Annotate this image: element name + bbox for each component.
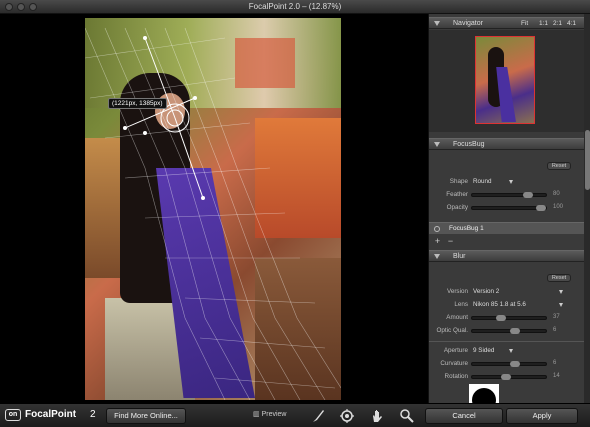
- navigator-thumbnail[interactable]: [475, 36, 535, 124]
- curvature-value: 6: [553, 360, 557, 366]
- focusbug-reset-button[interactable]: Reset: [547, 162, 571, 170]
- feather-row: Feather 80: [429, 189, 584, 200]
- amount-row: Amount 37: [429, 312, 584, 323]
- apply-button[interactable]: Apply: [506, 408, 578, 424]
- slider-knob[interactable]: [536, 205, 546, 211]
- title-bar: FocalPoint 2.0 – (12.87%): [0, 0, 590, 14]
- image-canvas[interactable]: (1221px, 1385px): [0, 14, 428, 403]
- curvature-slider[interactable]: [471, 361, 547, 367]
- window-title: FocalPoint 2.0 – (12.87%): [248, 2, 342, 11]
- opacity-label: Opacity: [446, 204, 468, 211]
- rotation-value: 14: [553, 373, 560, 379]
- aperture-shape-preview: [469, 384, 499, 403]
- logo-mark: on: [5, 409, 21, 421]
- shape-select[interactable]: Round: [473, 178, 492, 185]
- optic-quality-slider[interactable]: [471, 328, 547, 334]
- navigator-area: [429, 30, 584, 132]
- zoom-fit-button[interactable]: Fit: [521, 20, 528, 27]
- find-more-online-button[interactable]: Find More Online...: [106, 408, 186, 424]
- curvature-label: Curvature: [440, 360, 468, 367]
- slider-knob[interactable]: [523, 192, 533, 198]
- layer-name: FocusBug 1: [449, 225, 484, 232]
- feather-value: 80: [553, 191, 560, 197]
- navigator-title: Navigator: [453, 20, 483, 27]
- blur-reset-button[interactable]: Reset: [547, 274, 571, 282]
- chevron-down-icon[interactable]: [509, 180, 513, 184]
- slider-knob[interactable]: [510, 361, 520, 367]
- shape-label: Shape: [449, 178, 468, 185]
- divider: [429, 341, 584, 342]
- rotation-slider[interactable]: [471, 374, 547, 380]
- version-select[interactable]: Version 2: [473, 288, 499, 295]
- panel-scrollbar[interactable]: [584, 14, 590, 403]
- eye-icon[interactable]: [434, 226, 440, 232]
- optic-quality-label: Optic Qual.: [436, 327, 469, 334]
- zoom-tool-icon[interactable]: [399, 408, 415, 424]
- add-focusbug-button[interactable]: +: [432, 236, 443, 247]
- amount-slider[interactable]: [471, 315, 547, 321]
- aperture-row: Aperture 9 Sided: [429, 345, 584, 356]
- focusbug-title: FocusBug: [453, 141, 485, 148]
- feather-slider[interactable]: [471, 192, 547, 198]
- disclosure-triangle-icon[interactable]: [434, 142, 440, 147]
- cancel-button[interactable]: Cancel: [425, 408, 503, 424]
- lens-row: Lens Nikon 85 1.8 at 5.6: [429, 299, 584, 310]
- side-panel: Navigator Fit 1:1 2:1 4:1 FocusBug Reset…: [428, 14, 590, 403]
- curvature-row: Curvature 6: [429, 358, 584, 369]
- opacity-slider[interactable]: [471, 205, 547, 211]
- optic-quality-row: Optic Qual. 6: [429, 325, 584, 336]
- logo-name: FocalPoint: [25, 409, 77, 420]
- amount-label: Amount: [446, 314, 468, 321]
- chevron-down-icon[interactable]: [559, 303, 563, 307]
- amount-value: 37: [553, 314, 560, 320]
- blur-header[interactable]: Blur: [429, 250, 584, 262]
- photo-preview[interactable]: [85, 18, 341, 400]
- feather-label: Feather: [446, 191, 468, 198]
- aperture-select[interactable]: 9 Sided: [473, 347, 494, 354]
- preview-label: Preview: [261, 411, 287, 418]
- blur-title: Blur: [453, 253, 466, 260]
- opacity-row: Opacity 100: [429, 202, 584, 213]
- zoom-2-1-button[interactable]: 2:1: [553, 20, 562, 27]
- aperture-label: Aperture: [443, 347, 468, 354]
- version-label: Version: [446, 288, 468, 295]
- focus-grid-overlay: [85, 27, 341, 400]
- brush-icon[interactable]: [310, 408, 326, 424]
- zoom-1-1-button[interactable]: 1:1: [539, 20, 548, 27]
- rotation-label: Rotation: [444, 373, 468, 380]
- focusbug-layer-row[interactable]: FocusBug 1: [429, 222, 584, 234]
- preview-toggle[interactable]: ▥ Preview: [253, 410, 286, 418]
- focus-coordinates-label: (1221px, 1385px): [108, 98, 167, 109]
- scrollbar-thumb[interactable]: [585, 130, 590, 190]
- slider-knob[interactable]: [501, 374, 511, 380]
- bottom-toolbar: on FocalPoint 2 Find More Online... ▥ Pr…: [0, 403, 590, 427]
- shape-row: Shape Round: [429, 176, 584, 187]
- chevron-down-icon[interactable]: [509, 349, 513, 353]
- slider-knob[interactable]: [510, 328, 520, 334]
- lens-label: Lens: [454, 301, 468, 308]
- chevron-down-icon[interactable]: [559, 290, 563, 294]
- disclosure-triangle-icon[interactable]: [434, 254, 440, 259]
- preview-icon: ▥: [253, 411, 260, 418]
- optic-quality-value: 6: [553, 327, 557, 333]
- logo-version: 2: [90, 409, 96, 420]
- disclosure-triangle-icon[interactable]: [434, 21, 440, 26]
- zoom-4-1-button[interactable]: 4:1: [567, 20, 576, 27]
- focusbug-header[interactable]: FocusBug: [429, 138, 584, 150]
- navigator-header[interactable]: Navigator Fit 1:1 2:1 4:1: [429, 17, 584, 29]
- remove-focusbug-button[interactable]: −: [445, 236, 456, 247]
- focusbug-tool-icon[interactable]: [339, 408, 355, 424]
- slider-knob[interactable]: [496, 315, 506, 321]
- lens-select[interactable]: Nikon 85 1.8 at 5.6: [473, 301, 526, 308]
- version-row: Version Version 2: [429, 286, 584, 297]
- rotation-row: Rotation 14: [429, 371, 584, 382]
- hand-tool-icon[interactable]: [369, 408, 385, 424]
- opacity-value: 100: [553, 204, 564, 210]
